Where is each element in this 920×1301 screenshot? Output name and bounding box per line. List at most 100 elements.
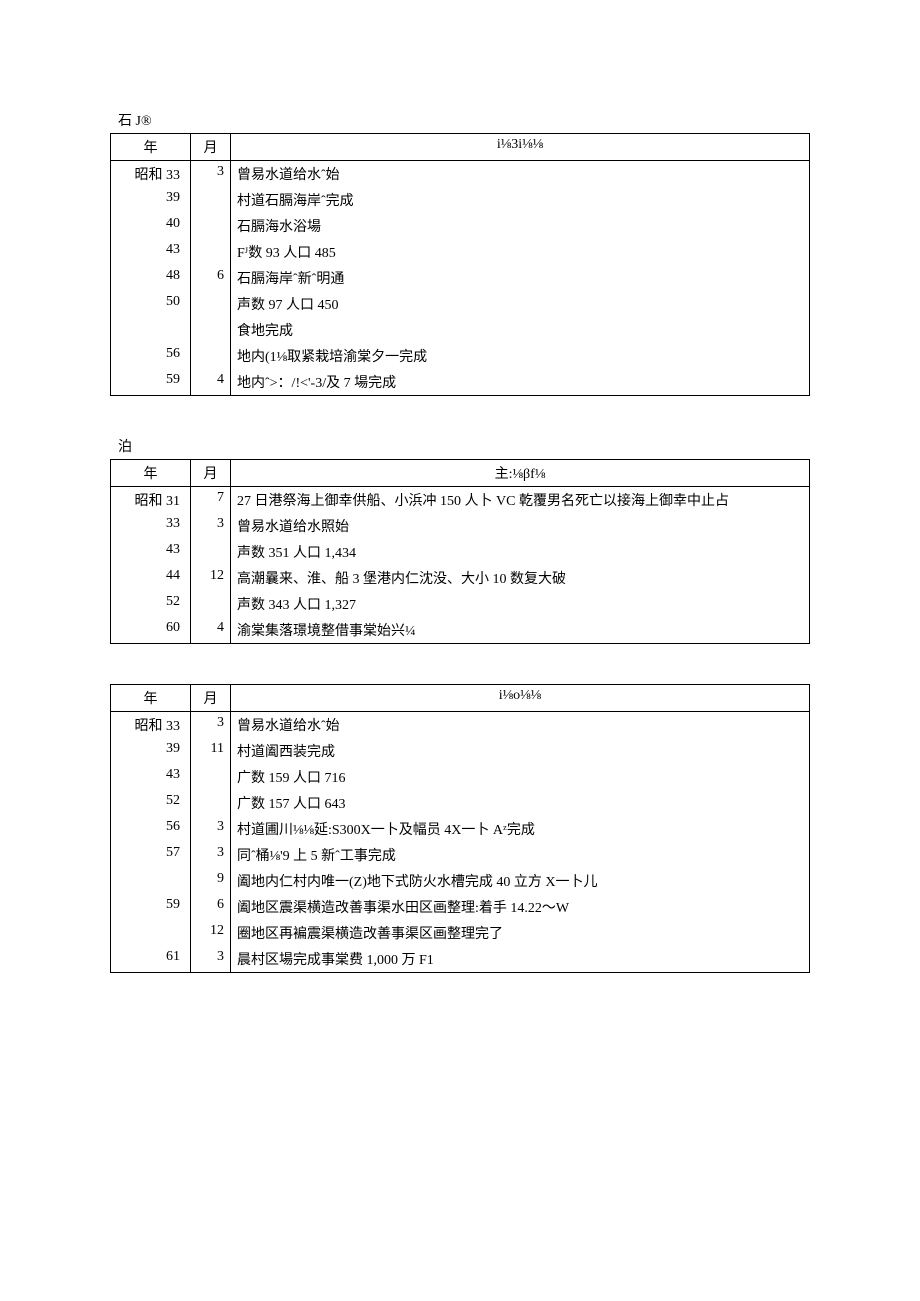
cell-year: 39 [111, 187, 191, 213]
cell-month: 3 [191, 161, 231, 188]
cell-year: 40 [111, 213, 191, 239]
section-title-2: 泊 [118, 436, 810, 456]
table-row: 43 声数 351 人口 1,434 [111, 539, 810, 565]
cell-year: 52 [111, 790, 191, 816]
cell-desc: 声数 97 人口 450 [231, 291, 810, 317]
table-row: 604渝棠集落璟境整借事棠始兴¼ [111, 617, 810, 644]
cell-year: 56 [111, 343, 191, 369]
cell-year: 44 [111, 565, 191, 591]
table-row: 596阖地区震渠横造改善事渠水田区画整理:着手 14.22～W [111, 894, 810, 920]
th-month: 月 [191, 685, 231, 712]
table-row: 50 声数 97 人口 450 [111, 291, 810, 317]
cell-desc: 曾易水道给水ˆ始 [231, 161, 810, 188]
table-row: 3911村道阖西装完成 [111, 738, 810, 764]
cell-year: 43 [111, 239, 191, 265]
cell-year: 60 [111, 617, 191, 644]
cell-desc: 广数 159 人口 716 [231, 764, 810, 790]
cell-desc: 村道圃川⅛⅛延:S300X一卜及幅员 4X一卜 Aᶻ完成 [231, 816, 810, 842]
table-2: 年 月 主:⅛βf⅛ 昭和 31727 日港祭海上御幸供船、小浜冲 150 人卜… [110, 459, 810, 644]
cell-month [191, 764, 231, 790]
cell-year: 43 [111, 539, 191, 565]
cell-year: 昭和 31 [111, 487, 191, 514]
cell-year: 50 [111, 291, 191, 317]
cell-desc: 声数 343 人口 1,327 [231, 591, 810, 617]
section-title-1: 石 J® [118, 110, 810, 130]
cell-desc: Fᴶ数 93 人口 485 [231, 239, 810, 265]
cell-month [191, 790, 231, 816]
table-row: 56 地内(1⅛取紧栽培渝棠夕一完成 [111, 343, 810, 369]
cell-desc: 高潮曩来、淮、船 3 堡港内仁沈没、大小 10 数复大破 [231, 565, 810, 591]
cell-desc: 村道石膈海岸ˆ完成 [231, 187, 810, 213]
th-month: 月 [191, 460, 231, 487]
cell-desc: 晨村区場完成事棠费 1,000 万 F1 [231, 946, 810, 973]
cell-desc: 阖地区震渠横造改善事渠水田区画整理:着手 14.22～W [231, 894, 810, 920]
table-row: 594地内ˆ>：/!<'-3/及 7 場完成 [111, 369, 810, 396]
th-desc: i⅛3i⅛⅛ [231, 134, 810, 161]
cell-desc: 食地完成 [231, 317, 810, 343]
cell-month: 3 [191, 712, 231, 739]
cell-desc: 阖地内仁村内唯一(Z)地下式防火水槽完成 40 立方 X一卜儿 [231, 868, 810, 894]
cell-desc: 地内(1⅛取紧栽培渝棠夕一完成 [231, 343, 810, 369]
cell-desc: 同ˆ桶⅛'9 上 5 新ˆ工事完成 [231, 842, 810, 868]
cell-month: 6 [191, 265, 231, 291]
cell-year: 33 [111, 513, 191, 539]
cell-month: 3 [191, 513, 231, 539]
table-row: 43 广数 159 人口 716 [111, 764, 810, 790]
cell-month [191, 343, 231, 369]
table-row: 12圈地区再褊震渠横造改善事渠区画整理完了 [111, 920, 810, 946]
cell-month [191, 187, 231, 213]
cell-month: 12 [191, 920, 231, 946]
cell-month: 4 [191, 369, 231, 396]
cell-desc: 广数 157 人口 643 [231, 790, 810, 816]
table-row: 52 声数 343 人口 1,327 [111, 591, 810, 617]
table-row: 43 Fᴶ数 93 人口 485 [111, 239, 810, 265]
table-row: 333曾易水道给水照始 [111, 513, 810, 539]
cell-year: 56 [111, 816, 191, 842]
table-row: 食地完成 [111, 317, 810, 343]
cell-year: 48 [111, 265, 191, 291]
cell-month: 7 [191, 487, 231, 514]
cell-year: 59 [111, 369, 191, 396]
th-year: 年 [111, 134, 191, 161]
cell-desc: 声数 351 人口 1,434 [231, 539, 810, 565]
cell-month: 4 [191, 617, 231, 644]
cell-desc: 村道阖西装完成 [231, 738, 810, 764]
table-3: 年 月 i⅛o⅛⅛ 昭和 333曾易水道给水ˆ始 3911村道阖西装完成 43广… [110, 684, 810, 973]
cell-month: 6 [191, 894, 231, 920]
cell-desc: 地内ˆ>：/!<'-3/及 7 場完成 [231, 369, 810, 396]
th-desc: 主:⅛βf⅛ [231, 460, 810, 487]
table-row: 563村道圃川⅛⅛延:S300X一卜及幅员 4X一卜 Aᶻ完成 [111, 816, 810, 842]
table-row: 4412高潮曩来、淮、船 3 堡港内仁沈没、大小 10 数复大破 [111, 565, 810, 591]
cell-month [191, 317, 231, 343]
th-desc: i⅛o⅛⅛ [231, 685, 810, 712]
cell-month: 9 [191, 868, 231, 894]
cell-desc: 曾易水道给水ˆ始 [231, 712, 810, 739]
table-row: 昭和 31727 日港祭海上御幸供船、小浜冲 150 人卜 VC 乾覆男名死亡以… [111, 487, 810, 514]
cell-month: 11 [191, 738, 231, 764]
cell-year [111, 920, 191, 946]
cell-year: 61 [111, 946, 191, 973]
cell-year: 52 [111, 591, 191, 617]
table-row: 573同ˆ桶⅛'9 上 5 新ˆ工事完成 [111, 842, 810, 868]
cell-desc: 27 日港祭海上御幸供船、小浜冲 150 人卜 VC 乾覆男名死亡以接海上御幸中… [231, 487, 810, 514]
table-row: 52 广数 157 人口 643 [111, 790, 810, 816]
cell-year: 昭和 33 [111, 712, 191, 739]
table-row: 昭和 333曾易水道给水ˆ始 [111, 161, 810, 188]
cell-month [191, 213, 231, 239]
cell-year: 43 [111, 764, 191, 790]
cell-desc: 石膈海岸ˆ新ˆ明通 [231, 265, 810, 291]
table-1: 年 月 i⅛3i⅛⅛ 昭和 333曾易水道给水ˆ始 39 村道石膈海岸ˆ完成 40… [110, 133, 810, 396]
table-row: 39 村道石膈海岸ˆ完成 [111, 187, 810, 213]
table-row: 486石膈海岸ˆ新ˆ明通 [111, 265, 810, 291]
cell-year: 59 [111, 894, 191, 920]
table-row: 9阖地内仁村内唯一(Z)地下式防火水槽完成 40 立方 X一卜儿 [111, 868, 810, 894]
table-row: 昭和 333曾易水道给水ˆ始 [111, 712, 810, 739]
cell-month: 3 [191, 842, 231, 868]
cell-year [111, 868, 191, 894]
cell-year: 昭和 33 [111, 161, 191, 188]
cell-month [191, 239, 231, 265]
th-month: 月 [191, 134, 231, 161]
cell-year: 39 [111, 738, 191, 764]
table-row: 40石膈海水浴場 [111, 213, 810, 239]
cell-month [191, 291, 231, 317]
